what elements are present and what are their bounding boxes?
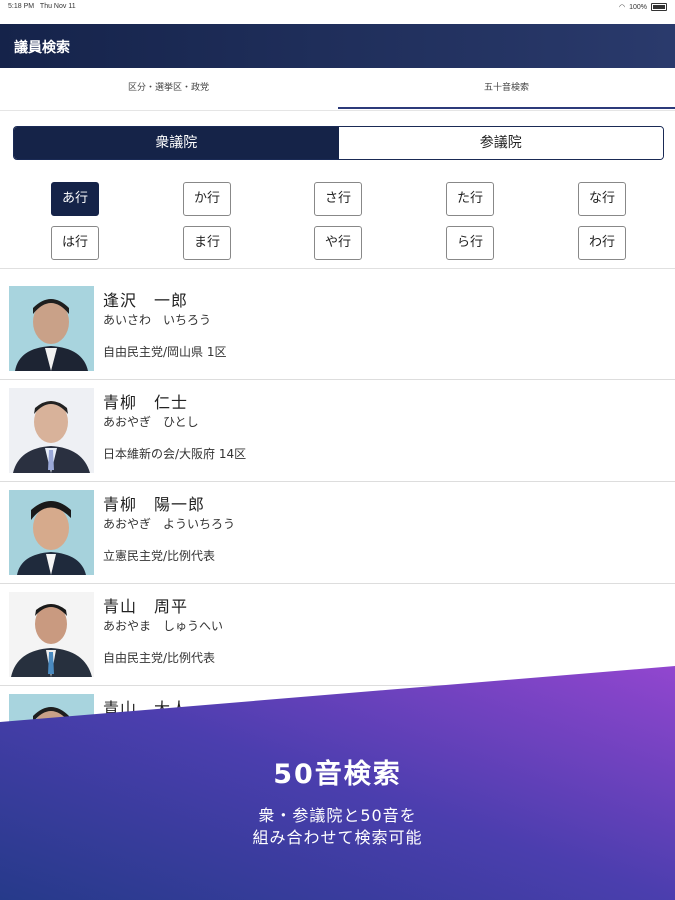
member-name: 青山 大人 bbox=[103, 699, 189, 718]
member-party: 立憲民主党/比例代表 bbox=[103, 549, 216, 563]
wifi-icon: ◠ bbox=[618, 4, 626, 11]
member-row[interactable]: 逢沢 一郎 あいさわ いちろう 自由民主党/岡山県 1区 bbox=[0, 277, 675, 380]
member-reading: あおやぎ ひとし bbox=[103, 415, 199, 429]
kana-button-a[interactable]: あ行 bbox=[51, 182, 99, 216]
member-name: 青柳 仁士 bbox=[103, 393, 189, 412]
kana-button-wa[interactable]: わ行 bbox=[578, 226, 626, 260]
kana-button-na[interactable]: な行 bbox=[578, 182, 626, 216]
promo-subtitle-line1: 衆・参議院と50音を bbox=[258, 806, 417, 825]
kana-button-ma[interactable]: ま行 bbox=[183, 226, 231, 260]
promo-subtitle-line2: 組み合わせて検索可能 bbox=[252, 828, 423, 847]
member-row[interactable]: 青山 周平 あおやま しゅうへい 自由民主党/比例代表 bbox=[0, 583, 675, 686]
member-name: 逢沢 一郎 bbox=[103, 291, 189, 310]
status-bar: 5:18 PM Thu Nov 11 ◠ 100% bbox=[0, 0, 675, 14]
member-row[interactable]: 青柳 陽一郎 あおやぎ よういちろう 立憲民主党/比例代表 bbox=[0, 481, 675, 584]
tab-kana-search[interactable]: 五十音検索 bbox=[338, 68, 675, 109]
member-photo bbox=[9, 592, 94, 677]
chamber-option-lower-house[interactable]: 衆議院 bbox=[14, 127, 339, 159]
kana-button-ya[interactable]: や行 bbox=[314, 226, 362, 260]
chamber-toggle: 衆議院 参議院 bbox=[13, 126, 664, 160]
kana-button-ka[interactable]: か行 bbox=[183, 182, 231, 216]
chamber-option-upper-house[interactable]: 参議院 bbox=[338, 127, 663, 159]
kana-button-ha[interactable]: は行 bbox=[51, 226, 99, 260]
member-reading: あいさわ いちろう bbox=[103, 313, 212, 327]
battery-percent: 100% bbox=[629, 3, 647, 11]
battery-icon bbox=[651, 3, 667, 11]
member-photo bbox=[9, 490, 94, 575]
member-party: 自由民主党/比例代表 bbox=[103, 651, 216, 665]
member-reading: あおやぎ よういちろう bbox=[103, 517, 236, 531]
status-right: ◠ 100% bbox=[619, 3, 667, 11]
tab-district-search[interactable]: 区分・選挙区・政党 bbox=[0, 68, 337, 109]
member-party: 日本維新の会/大阪府 14区 bbox=[103, 447, 247, 461]
member-party: 自由民主党/岡山県 1区 bbox=[103, 345, 227, 359]
app-bar: 議員検索 bbox=[0, 24, 675, 68]
kana-button-ta[interactable]: た行 bbox=[446, 182, 494, 216]
member-photo bbox=[9, 694, 94, 779]
member-name: 青柳 陽一郎 bbox=[103, 495, 206, 514]
divider bbox=[0, 268, 675, 269]
page-title: 議員検索 bbox=[14, 40, 70, 56]
kana-button-ra[interactable]: ら行 bbox=[446, 226, 494, 260]
member-row[interactable]: 青柳 仁士 あおやぎ ひとし 日本維新の会/大阪府 14区 bbox=[0, 379, 675, 482]
member-name: 青山 周平 bbox=[103, 597, 189, 616]
status-time: 5:18 PM Thu Nov 11 bbox=[8, 3, 76, 10]
member-reading: あおやま しゅうへい bbox=[103, 619, 224, 633]
tab-bar: 区分・選挙区・政党 五十音検索 bbox=[0, 68, 675, 111]
promo-subtitle: 衆・参議院と50音を 組み合わせて検索可能 bbox=[0, 805, 675, 849]
member-photo bbox=[9, 388, 94, 473]
kana-button-sa[interactable]: さ行 bbox=[314, 182, 362, 216]
member-photo bbox=[9, 286, 94, 371]
member-row[interactable]: 青山 大人 bbox=[0, 685, 675, 787]
